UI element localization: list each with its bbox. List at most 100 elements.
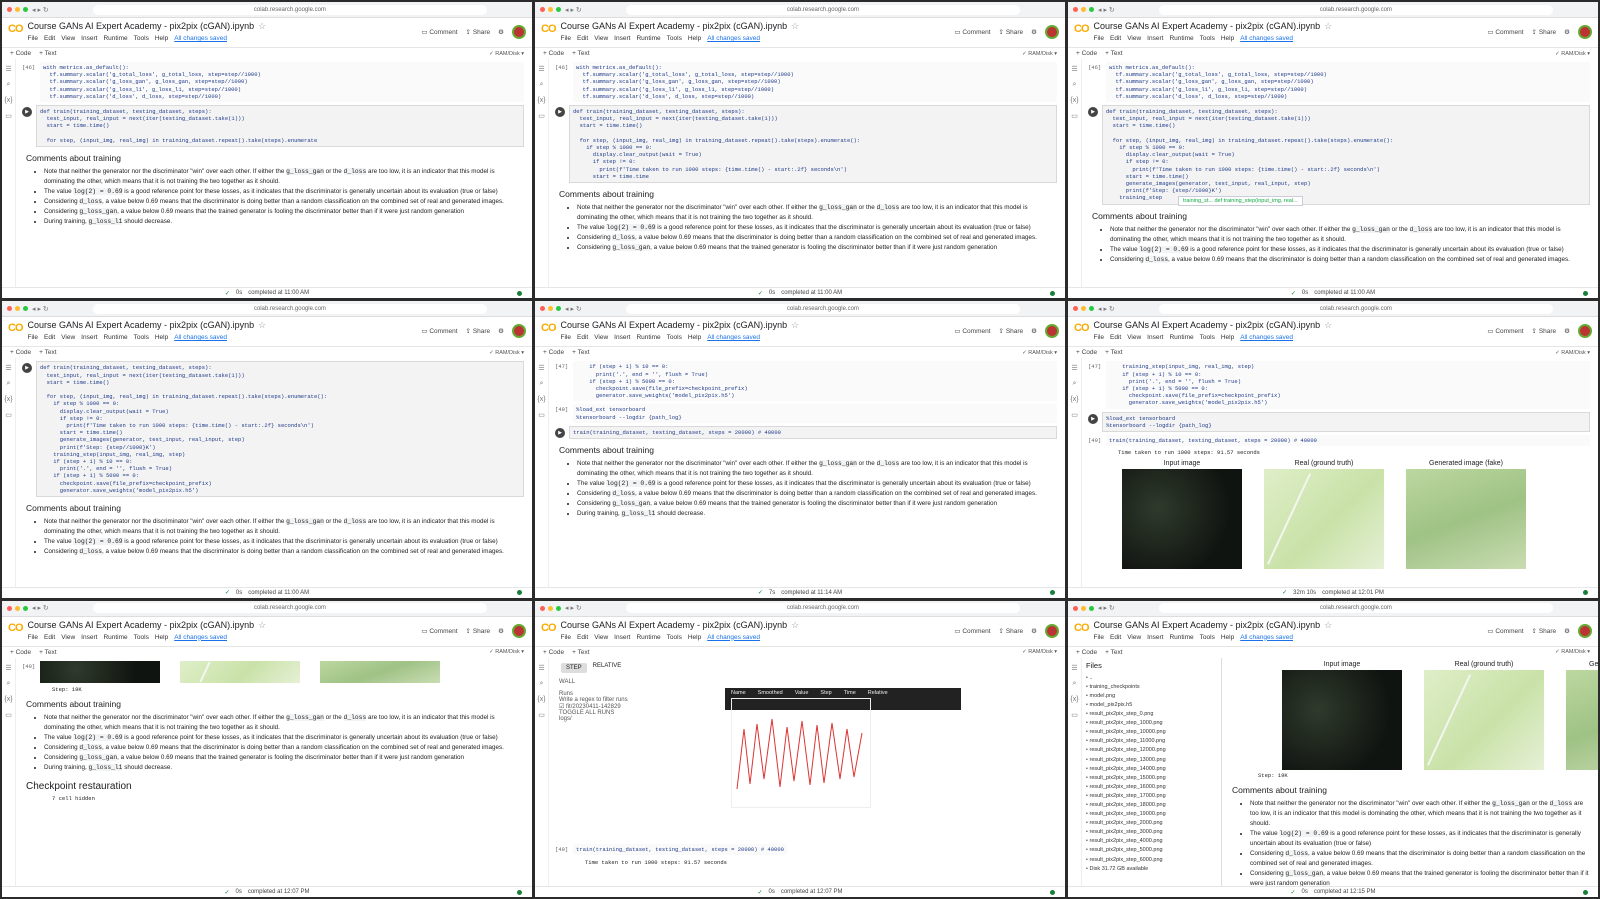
notebook-title[interactable]: Course GANs AI Expert Academy - pix2pix …: [1094, 620, 1321, 630]
add-text-button[interactable]: + Text: [1105, 349, 1122, 356]
window-controls[interactable]: [540, 306, 561, 312]
code-cell[interactable]: [49] %load_ext tensorboard %tensorboard -…: [555, 404, 1057, 423]
file-item[interactable]: ..: [1086, 674, 1217, 683]
file-item[interactable]: result_pix2pix_step_1000.png: [1086, 719, 1217, 728]
search-icon[interactable]: ⌕: [540, 680, 544, 688]
window-controls[interactable]: [7, 306, 28, 312]
back-forward-icon[interactable]: ◂ ▸ ↻: [1098, 604, 1115, 612]
address-bar[interactable]: colab.research.google.com: [92, 603, 487, 614]
file-item[interactable]: result_pix2pix_step_3000.png: [1086, 828, 1217, 837]
avatar[interactable]: [1578, 324, 1592, 339]
settings-gear-icon[interactable]: ⚙: [1031, 327, 1037, 335]
ram-disk-indicator[interactable]: ✓ RAM/Disk ▾: [489, 350, 524, 356]
colab-logo-icon[interactable]: CO: [541, 23, 556, 35]
notebook-title[interactable]: Course GANs AI Expert Academy - pix2pix …: [28, 620, 255, 630]
address-bar[interactable]: colab.research.google.com: [1158, 4, 1553, 15]
file-item[interactable]: result_pix2pix_step_6000.png: [1086, 856, 1217, 865]
folder-icon[interactable]: ▭: [5, 411, 12, 419]
connected-indicator[interactable]: [1050, 889, 1055, 895]
toc-icon[interactable]: ☰: [1071, 364, 1077, 372]
ram-disk-indicator[interactable]: ✓ RAM/Disk ▾: [1555, 51, 1590, 57]
search-icon[interactable]: ⌕: [1073, 380, 1077, 388]
code-cell[interactable]: ▶ %load_ext tensorboard %tensorboard --lo…: [1088, 411, 1590, 432]
comment-button[interactable]: ▭ Comment: [954, 28, 990, 36]
hidden-cells[interactable]: 7 cell hidden: [52, 795, 524, 802]
code-cell[interactable]: ▶ def train(training_dataset, testing_dat…: [22, 361, 524, 497]
checkpoint-heading[interactable]: Checkpoint restauration: [26, 781, 524, 792]
ram-disk-indicator[interactable]: ✓ RAM/Disk ▾: [489, 649, 524, 655]
address-bar[interactable]: colab.research.google.com: [1158, 303, 1553, 314]
code-cell[interactable]: ▶ def train(training_dataset, testing_dat…: [555, 105, 1057, 184]
code-cell[interactable]: [46] with metrics.as_default(): tf.summar…: [1088, 62, 1590, 103]
address-bar[interactable]: colab.research.google.com: [625, 603, 1020, 614]
avatar[interactable]: [1578, 623, 1592, 638]
add-code-button[interactable]: + Code: [1076, 349, 1097, 356]
menu-item[interactable]: Help: [155, 334, 168, 341]
code-editor[interactable]: training_step(input_img, real_img, step)…: [1106, 361, 1590, 409]
toc-icon[interactable]: ☰: [5, 664, 11, 672]
menu-item[interactable]: Help: [688, 334, 701, 341]
menu-item[interactable]: Insert: [81, 334, 97, 341]
folder-icon[interactable]: ▭: [1071, 711, 1078, 719]
code-cell[interactable]: [47] training_step(input_img, real_img, …: [1088, 361, 1590, 409]
file-item[interactable]: result_pix2pix_step_2000.png: [1086, 819, 1217, 828]
run-cell-button[interactable]: ▶: [1088, 107, 1098, 118]
code-editor[interactable]: %load_ext tensorboard %tensorboard --log…: [1102, 411, 1590, 432]
menu-item[interactable]: Edit: [44, 35, 55, 42]
menu-item[interactable]: Runtime: [636, 334, 660, 341]
file-item[interactable]: result_pix2pix_step_16000.png: [1086, 783, 1217, 792]
connected-indicator[interactable]: [1050, 290, 1055, 296]
toc-icon[interactable]: ☰: [538, 664, 544, 672]
menu-item[interactable]: Edit: [577, 35, 588, 42]
star-icon[interactable]: ☆: [1324, 21, 1332, 31]
file-item[interactable]: result_pix2pix_step_19000.png: [1086, 810, 1217, 819]
toc-icon[interactable]: ☰: [5, 65, 11, 73]
add-code-button[interactable]: + Code: [1076, 649, 1097, 656]
avatar[interactable]: [1578, 25, 1592, 39]
window-controls[interactable]: [1073, 306, 1094, 312]
ram-disk-indicator[interactable]: ✓ RAM/Disk ▾: [1022, 649, 1057, 655]
back-forward-icon[interactable]: ◂ ▸ ↻: [32, 305, 49, 313]
menu-item[interactable]: Insert: [81, 634, 97, 641]
ram-disk-indicator[interactable]: ✓ RAM/Disk ▾: [1555, 649, 1590, 655]
comment-button[interactable]: ▭ Comment: [421, 627, 457, 635]
file-item[interactable]: result_pix2pix_step_11000.png: [1086, 737, 1217, 746]
menu-item[interactable]: Edit: [44, 334, 55, 341]
menu-item[interactable]: File: [28, 634, 38, 641]
add-text-button[interactable]: + Text: [39, 349, 56, 356]
folder-icon[interactable]: ▭: [1071, 112, 1078, 120]
menu-item[interactable]: View: [594, 35, 608, 42]
save-status[interactable]: All changes saved: [1240, 334, 1293, 341]
notebook-title[interactable]: Course GANs AI Expert Academy - pix2pix …: [561, 620, 788, 630]
settings-gear-icon[interactable]: ⚙: [498, 28, 504, 36]
colab-logo-icon[interactable]: CO: [541, 622, 556, 634]
menu-item[interactable]: Insert: [1147, 35, 1163, 42]
menu-item[interactable]: View: [1127, 334, 1141, 341]
code-editor[interactable]: with metrics.as_default(): tf.summary.sc…: [573, 62, 1057, 103]
add-text-button[interactable]: + Text: [39, 50, 56, 57]
search-icon[interactable]: ⌕: [7, 81, 11, 89]
menu-item[interactable]: File: [1094, 634, 1104, 641]
menu-item[interactable]: Edit: [577, 634, 588, 641]
search-icon[interactable]: ⌕: [7, 380, 11, 388]
code-editor[interactable]: train(training_dataset, testing_dataset,…: [573, 843, 787, 855]
ram-disk-indicator[interactable]: ✓ RAM/Disk ▾: [489, 51, 524, 57]
connected-indicator[interactable]: [1583, 889, 1588, 895]
menu-item[interactable]: File: [561, 634, 571, 641]
add-code-button[interactable]: + Code: [10, 349, 31, 356]
code-editor[interactable]: if (step + 1) % 10 == 0: print('.', end …: [573, 361, 1057, 402]
variables-icon[interactable]: {x}: [1070, 696, 1078, 703]
add-code-button[interactable]: + Code: [10, 50, 31, 57]
colab-logo-icon[interactable]: CO: [8, 23, 23, 35]
toc-icon[interactable]: ☰: [538, 65, 544, 73]
menu-item[interactable]: Runtime: [636, 35, 660, 42]
save-status[interactable]: All changes saved: [1240, 634, 1293, 641]
folder-icon[interactable]: ▭: [538, 112, 545, 120]
search-icon[interactable]: ⌕: [540, 81, 544, 89]
comment-button[interactable]: ▭ Comment: [954, 327, 990, 335]
menu-item[interactable]: Tools: [1200, 634, 1215, 641]
comment-button[interactable]: ▭ Comment: [1487, 28, 1523, 36]
menu-item[interactable]: Edit: [577, 334, 588, 341]
toc-icon[interactable]: ☰: [538, 364, 544, 372]
add-text-button[interactable]: + Text: [39, 649, 56, 656]
